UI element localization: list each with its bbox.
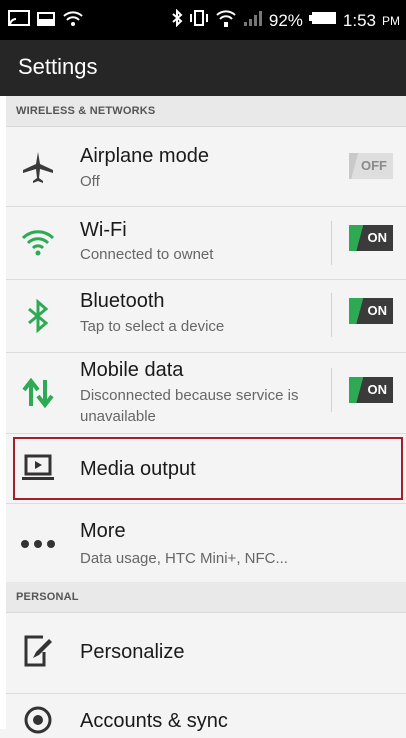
- item-subtitle-line2: unavailable: [80, 408, 156, 425]
- toggle-label: ON: [367, 382, 388, 397]
- toggle-label: OFF: [361, 158, 387, 173]
- clock: 1:53: [342, 10, 376, 30]
- item-subtitle: Off: [80, 173, 100, 190]
- setting-accounts-sync[interactable]: Accounts & sync: [6, 694, 406, 734]
- wifi-icon: [62, 10, 84, 33]
- setting-mobile-data[interactable]: Mobile data Disconnected because service…: [6, 353, 406, 433]
- battery-percent: 92%: [268, 10, 303, 30]
- toggle-label: ON: [367, 303, 388, 318]
- toggle-label: ON: [367, 230, 388, 245]
- status-bar: 92% 1:53 PM: [0, 0, 406, 40]
- setting-more[interactable]: More Data usage, HTC Mini+, NFC...: [6, 504, 406, 582]
- sync-icon: [20, 702, 56, 738]
- wifi-toggle[interactable]: ON: [349, 225, 393, 251]
- item-subtitle: Tap to select a device: [80, 318, 225, 335]
- arrows-updown-icon: [20, 375, 56, 411]
- section-wireless-networks: WIRELESS & NETWORKS: [6, 96, 406, 127]
- battery-icon: [308, 10, 337, 31]
- bluetooth-icon: [20, 298, 56, 334]
- airplane-icon: [20, 149, 56, 185]
- cell-signal-icon: [243, 9, 263, 32]
- image-icon: [36, 11, 56, 32]
- item-subtitle-line1: Disconnected because service is: [80, 387, 299, 404]
- section-label: PERSONAL: [16, 591, 79, 603]
- item-title: Personalize: [80, 641, 185, 663]
- wifi-icon: [20, 225, 56, 261]
- item-title: Accounts & sync: [80, 710, 228, 732]
- personalize-icon: [20, 633, 56, 669]
- page-title: Settings: [18, 54, 98, 79]
- item-title: Airplane mode: [80, 145, 209, 167]
- section-label: WIRELESS & NETWORKS: [16, 105, 156, 117]
- item-title: More: [80, 520, 126, 542]
- setting-bluetooth[interactable]: Bluetooth Tap to select a device ON: [6, 280, 406, 352]
- bluetooth-icon: [171, 8, 183, 32]
- setting-airplane-mode[interactable]: Airplane mode Off OFF: [6, 127, 406, 206]
- item-subtitle: Connected to ownet: [80, 246, 214, 263]
- item-title: Mobile data: [80, 359, 184, 381]
- setting-wifi[interactable]: Wi-Fi Connected to ownet ON: [6, 207, 406, 279]
- wifi-signal-icon: [215, 8, 237, 33]
- separator: [331, 368, 332, 412]
- media-output-highlight: [13, 437, 403, 500]
- action-bar: Settings: [0, 40, 406, 96]
- bluetooth-toggle[interactable]: ON: [349, 298, 393, 324]
- section-personal: PERSONAL: [6, 582, 406, 613]
- item-title: Bluetooth: [80, 290, 165, 312]
- clock-ampm: PM: [382, 13, 400, 28]
- screen-cast-icon: [8, 10, 30, 33]
- vibrate-icon: [189, 9, 209, 32]
- item-title: Wi-Fi: [80, 219, 127, 241]
- separator: [331, 293, 332, 337]
- setting-personalize[interactable]: Personalize: [6, 613, 406, 693]
- more-dots-icon: [20, 526, 56, 562]
- item-subtitle: Data usage, HTC Mini+, NFC...: [80, 550, 288, 567]
- separator: [331, 221, 332, 265]
- airplane-toggle[interactable]: OFF: [349, 153, 393, 179]
- status-left: [8, 10, 84, 33]
- status-right: 92% 1:53 PM: [171, 8, 400, 33]
- mobile-data-toggle[interactable]: ON: [349, 377, 393, 403]
